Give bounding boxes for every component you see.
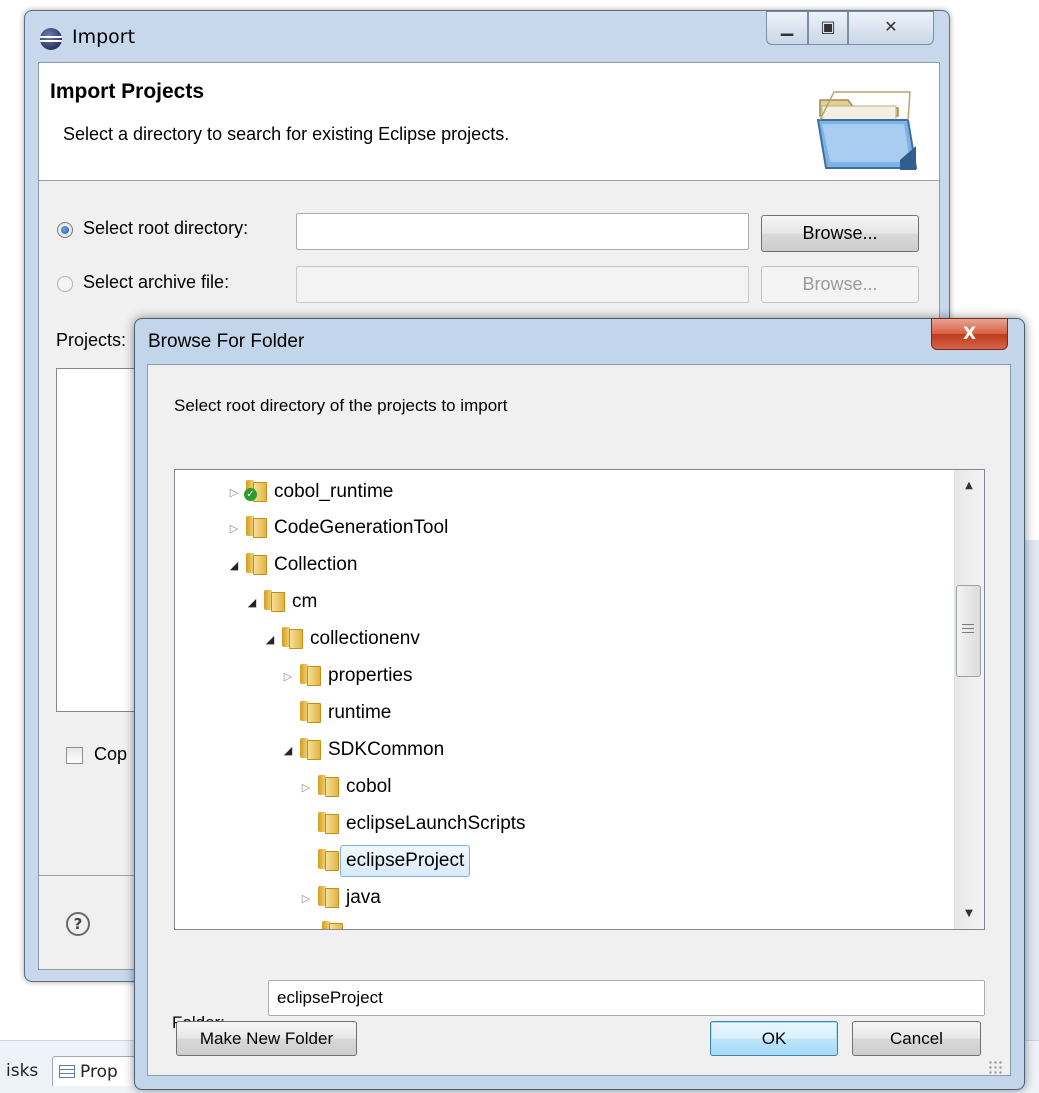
shared-folder-icon: ✓ xyxy=(244,479,267,502)
tree-item-label: eclipseLaunchScripts xyxy=(346,813,526,834)
tree-item-label: java xyxy=(346,887,381,908)
tree-item-cobol_runtime[interactable]: ▷ ✓ cobol_runtime xyxy=(227,476,399,508)
tree-scrollbar[interactable] xyxy=(954,470,984,929)
folder-icon xyxy=(316,774,339,797)
tree-item-label: CodeGenerationTool xyxy=(274,517,449,538)
import-page-title: Import Projects xyxy=(50,80,205,103)
folder-icon xyxy=(316,811,339,834)
folder-tree[interactable]: ▷ ✓ cobol_runtime ▷ CodeGenerationTool ◢ Col… xyxy=(174,469,985,930)
expand-arrow-icon[interactable]: ▷ xyxy=(299,772,313,804)
browse-dialog-title: Browse For Folder xyxy=(148,331,305,352)
tree-item-label: eclipseProject xyxy=(340,845,471,877)
tab-properties-label: Prop xyxy=(80,1062,118,1082)
expand-arrow-icon[interactable]: ▷ xyxy=(281,661,295,693)
open-folder-icon xyxy=(816,91,918,170)
tree-item-codegenerationtool[interactable]: ▷ CodeGenerationTool xyxy=(227,512,454,544)
folder-icon xyxy=(320,920,343,929)
copy-projects-label: Cop xyxy=(94,744,128,764)
resize-grip-icon[interactable] xyxy=(988,1060,1004,1076)
import-window-title: Import xyxy=(72,26,136,48)
help-icon[interactable]: ? xyxy=(66,912,90,936)
folder-icon xyxy=(298,663,321,686)
tree-item-label: SDKCommon xyxy=(328,739,445,760)
import-footer-separator xyxy=(39,875,139,876)
tree-item-runtime[interactable]: runtime xyxy=(281,697,397,729)
expand-arrow-icon[interactable]: ▷ xyxy=(227,513,241,545)
tree-item-label: collectionenv xyxy=(310,628,420,649)
tree-item-collection[interactable]: ◢ Collection xyxy=(227,549,363,581)
tree-item-sdkcommon[interactable]: ◢ SDKCommon xyxy=(281,734,450,766)
tree-item-label: cm xyxy=(292,591,318,612)
cancel-button[interactable]: Cancel xyxy=(852,1021,981,1056)
folder-icon xyxy=(298,737,321,760)
properties-icon xyxy=(59,1065,75,1078)
browse-dialog-description: Select root directory of the projects to… xyxy=(174,396,508,415)
tree-item-eclipseproject[interactable]: eclipseProject xyxy=(299,845,471,877)
archive-file-label: Select archive file: xyxy=(83,272,230,292)
folder-icon xyxy=(316,885,339,908)
tree-item-properties[interactable]: ▷ properties xyxy=(281,660,419,692)
tree-item-label: Collection xyxy=(274,554,358,575)
tree-item-cobol[interactable]: ▷ cobol xyxy=(299,771,397,803)
root-directory-radio[interactable] xyxy=(57,222,73,238)
tree-item-java[interactable]: ▷ java xyxy=(299,882,387,914)
archive-file-input[interactable] xyxy=(296,266,749,303)
tree-item-partial xyxy=(317,917,344,929)
archive-browse-button[interactable]: Browse... xyxy=(761,266,919,303)
scroll-down-icon[interactable]: ▼ xyxy=(957,902,981,926)
browse-close-button[interactable]: X xyxy=(931,318,1008,350)
scrollbar-grip-icon xyxy=(962,624,974,634)
collapse-arrow-icon[interactable]: ◢ xyxy=(263,624,277,656)
tree-item-collectionenv[interactable]: ◢ collectionenv xyxy=(263,623,426,655)
tree-item-eclipselaunchscripts[interactable]: eclipseLaunchScripts xyxy=(299,808,532,840)
eclipse-icon xyxy=(40,28,62,50)
tab-tasks[interactable]: isks xyxy=(0,1056,50,1086)
ok-button[interactable]: OK xyxy=(710,1021,838,1056)
tree-item-label: cobol xyxy=(346,776,392,797)
root-directory-input[interactable] xyxy=(296,213,749,250)
archive-file-radio[interactable] xyxy=(57,276,73,292)
import-close-button[interactable]: ✕ xyxy=(848,11,934,45)
folder-input[interactable]: eclipseProject xyxy=(268,980,985,1016)
copy-projects-checkbox[interactable] xyxy=(66,747,83,764)
folder-icon xyxy=(244,515,267,538)
scroll-up-icon[interactable]: ▲ xyxy=(957,474,981,498)
collapse-arrow-icon[interactable]: ◢ xyxy=(227,550,241,582)
folder-icon xyxy=(244,552,267,575)
tree-item-cm[interactable]: ◢ cm xyxy=(245,586,323,618)
maximize-button[interactable]: ▣ xyxy=(808,11,848,45)
folder-icon xyxy=(316,848,339,871)
root-directory-label: Select root directory: xyxy=(83,218,249,238)
collapse-arrow-icon[interactable]: ◢ xyxy=(281,735,295,767)
make-new-folder-button[interactable]: Make New Folder xyxy=(176,1021,357,1056)
tree-item-label: runtime xyxy=(328,702,392,723)
expand-arrow-icon[interactable]: ▷ xyxy=(227,477,241,509)
folder-icon xyxy=(262,589,285,612)
projects-list[interactable] xyxy=(56,368,146,712)
projects-label: Projects: xyxy=(56,330,127,350)
collapse-arrow-icon[interactable]: ◢ xyxy=(245,587,259,619)
tree-item-label: cobol_runtime xyxy=(274,481,394,502)
tree-item-label: properties xyxy=(328,665,413,686)
import-page-description: Select a directory to search for existin… xyxy=(63,124,510,144)
root-browse-button[interactable]: Browse... xyxy=(761,215,919,252)
minimize-button[interactable]: ▁ xyxy=(766,11,808,45)
folder-icon xyxy=(298,700,321,723)
folder-icon xyxy=(280,626,303,649)
expand-arrow-icon[interactable]: ▷ xyxy=(299,883,313,915)
